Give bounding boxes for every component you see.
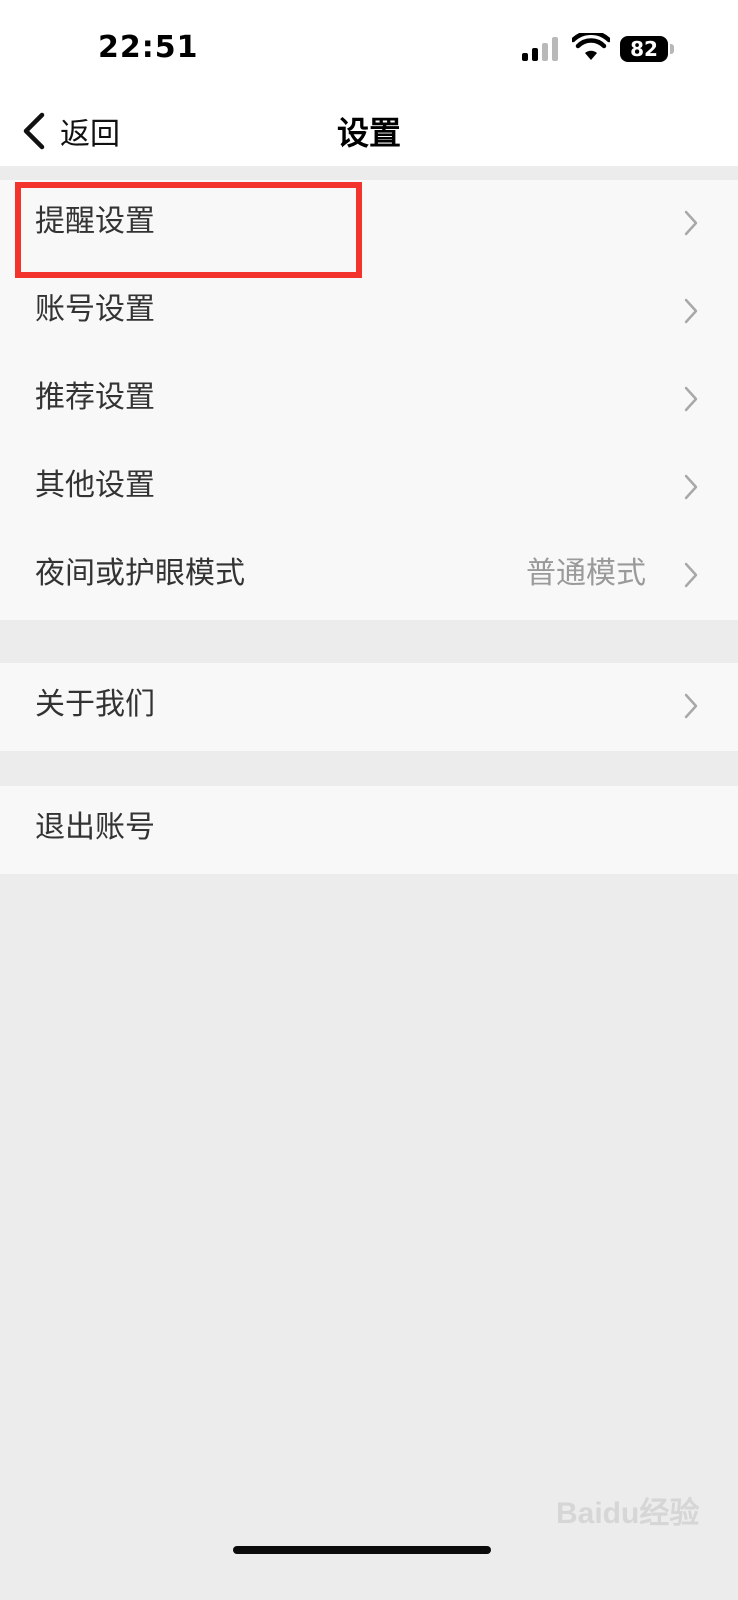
settings-item-recommend[interactable]: 推荐设置 [0, 356, 738, 444]
settings-item-label: 关于我们 [35, 687, 155, 722]
settings-item-account[interactable]: 账号设置 [0, 268, 738, 356]
settings-item-label: 账号设置 [35, 292, 155, 327]
logout-label: 退出账号 [35, 810, 155, 845]
chevron-right-icon [684, 562, 698, 588]
nav-bar: 返回 设置 [0, 98, 738, 166]
settings-item-night-mode[interactable]: 夜间或护眼模式 普通模式 [0, 532, 738, 620]
home-indicator[interactable] [233, 1546, 491, 1554]
chevron-right-icon [684, 693, 698, 719]
settings-item-label: 推荐设置 [35, 380, 155, 415]
settings-item-label: 夜间或护眼模式 [35, 556, 245, 591]
chevron-right-icon [684, 298, 698, 324]
chevron-right-icon [684, 474, 698, 500]
settings-group-main: 提醒设置 账号设置 推荐设置 其他设置 夜间或护眼模式 普通模式 [0, 180, 738, 620]
status-time: 22:51 [98, 30, 199, 65]
status-bar: 22:51 82 [0, 0, 738, 98]
baidu-watermark: Baidu经验 [556, 1497, 700, 1530]
settings-group-logout: 退出账号 [0, 786, 738, 874]
settings-group-about: 关于我们 [0, 663, 738, 751]
wifi-icon [572, 33, 610, 60]
battery-icon: 82 [620, 36, 674, 64]
logout-button[interactable]: 退出账号 [0, 786, 738, 874]
chevron-right-icon [684, 386, 698, 412]
settings-item-label: 提醒设置 [35, 204, 155, 239]
settings-item-value: 普通模式 [526, 556, 646, 591]
page-title: 设置 [336, 114, 401, 152]
settings-item-about-us[interactable]: 关于我们 [0, 663, 738, 751]
chevron-right-icon [684, 210, 698, 236]
settings-item-label: 其他设置 [35, 468, 155, 503]
battery-level: 82 [630, 37, 658, 61]
settings-item-other[interactable]: 其他设置 [0, 444, 738, 532]
cellular-signal-icon [522, 37, 558, 61]
settings-item-reminder[interactable]: 提醒设置 [0, 180, 738, 268]
